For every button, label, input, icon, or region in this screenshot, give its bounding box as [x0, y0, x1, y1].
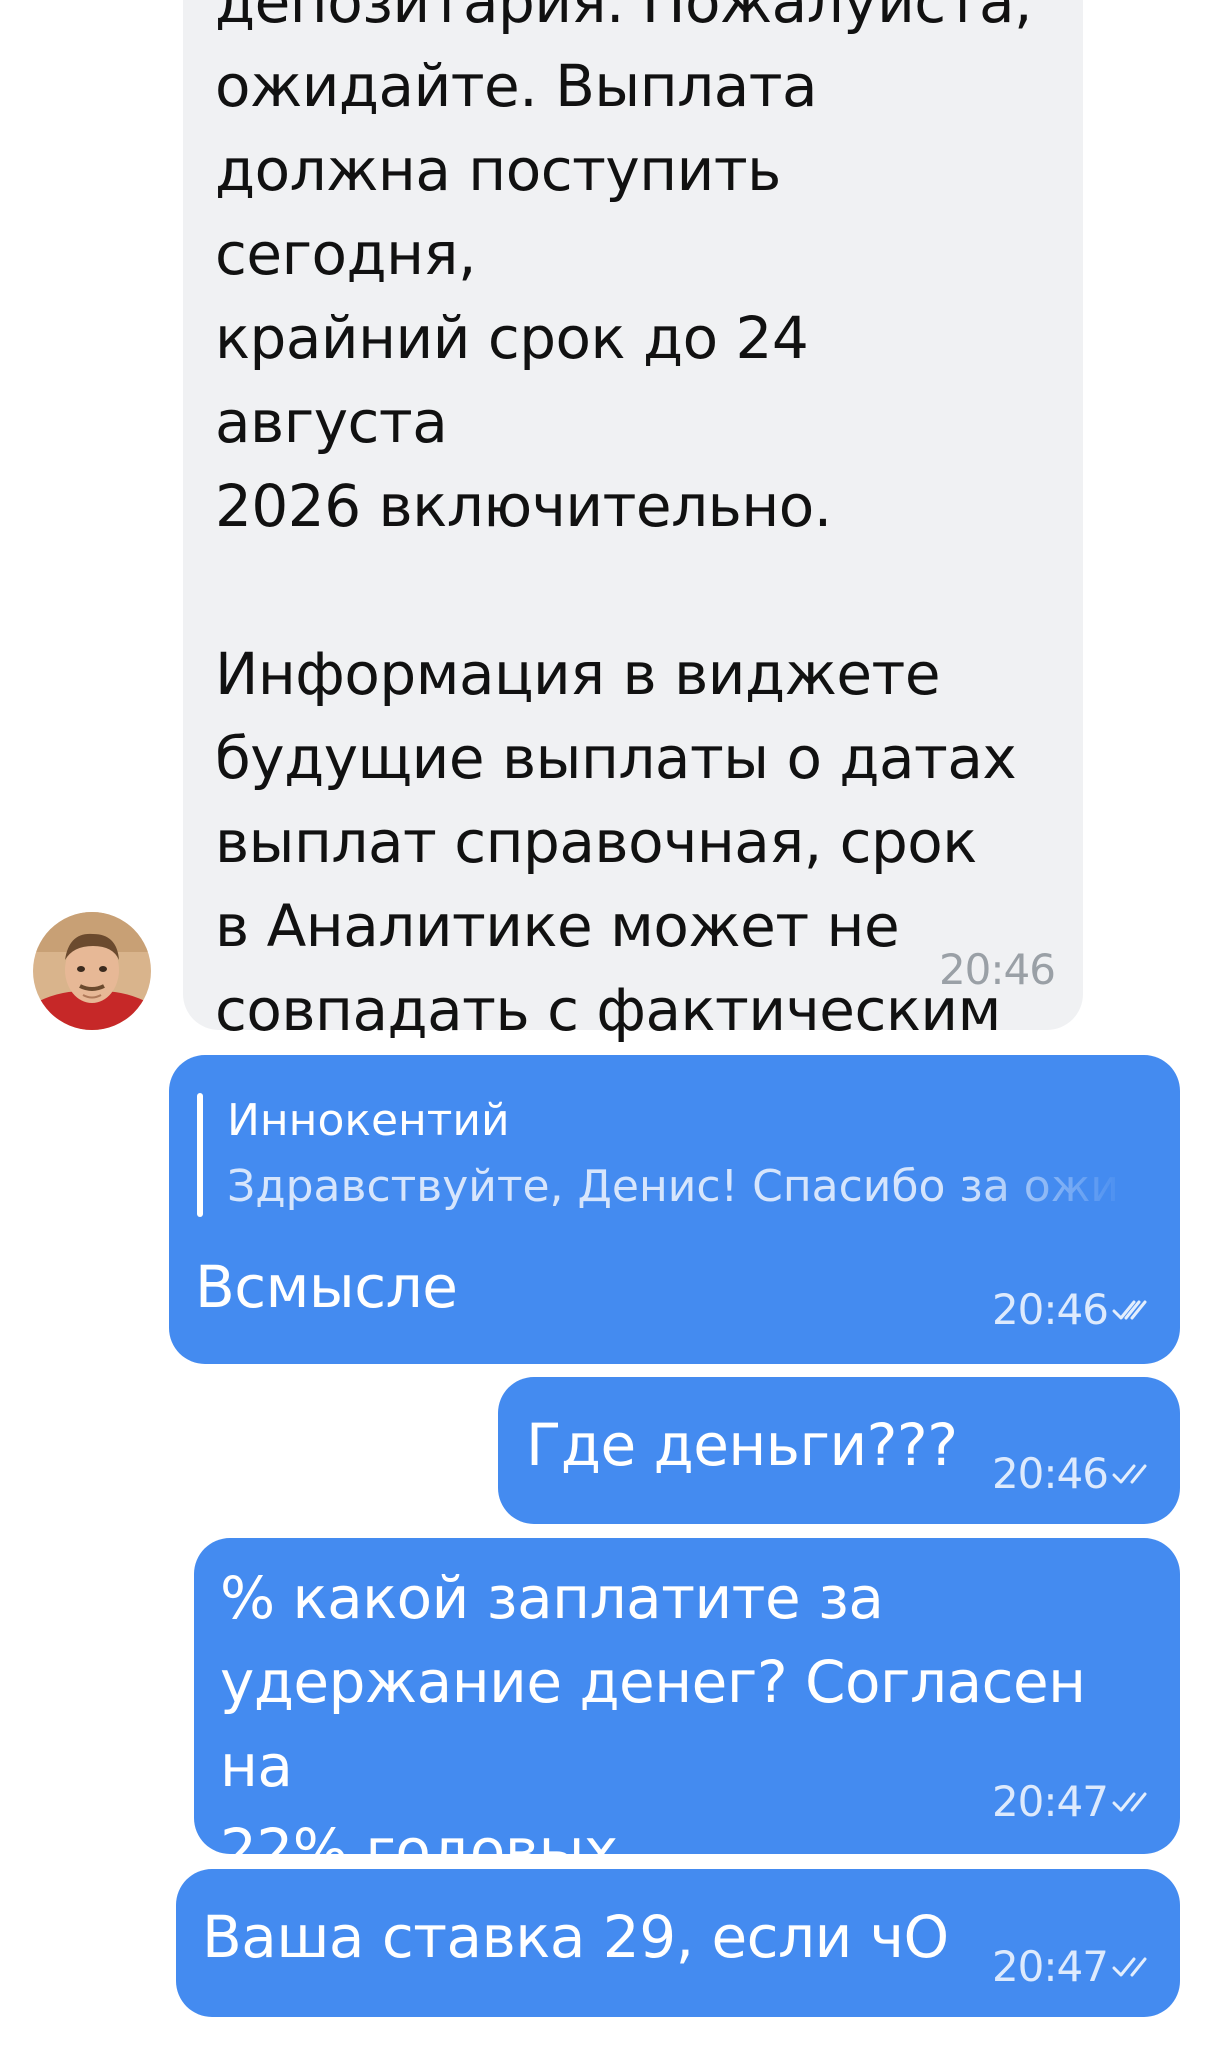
double-check-icon: [1112, 1957, 1147, 1977]
avatar-photo-icon: [33, 912, 151, 1030]
message-text: Ваша ставка 29, если чО: [202, 1903, 949, 1971]
outgoing-message-bubble[interactable]: % какой заплатите за удержание денег? Со…: [194, 1538, 1180, 1884]
message-time: 20:46: [991, 1449, 1109, 1498]
double-check-icon: [1112, 1300, 1147, 1320]
outgoing-message-bubble[interactable]: Где деньги??? 20:46: [498, 1377, 1180, 1524]
message-text: Где деньги???: [526, 1411, 958, 1479]
message-text: депозитария. Пожалуйста, ожидайте. Выпла…: [215, 0, 1032, 1128]
reply-sender-name: Иннокентий: [227, 1095, 510, 1146]
double-check-icon: [1112, 1792, 1147, 1812]
message-time-row: 20:47: [992, 1778, 1148, 1826]
sender-avatar[interactable]: [33, 912, 151, 1030]
message-time: 20:46: [991, 1285, 1109, 1334]
message-time-row: 20:47: [992, 1943, 1148, 1991]
message-text: % какой заплатите за удержание денег? Со…: [220, 1564, 1086, 1884]
double-check-icon: [1112, 1464, 1147, 1484]
message-time: 20:47: [991, 1777, 1109, 1826]
message-text: Всмысле: [195, 1253, 458, 1321]
incoming-message-bubble[interactable]: депозитария. Пожалуйста, ожидайте. Выпла…: [183, 0, 1083, 1128]
message-time-row: 20:46: [992, 1286, 1148, 1334]
reply-snippet: Здравствуйте, Денис! Спасибо за ожи: [227, 1161, 1119, 1212]
outgoing-message-bubble[interactable]: Иннокентий Здравствуйте, Денис! Спасибо …: [169, 1055, 1180, 1364]
outgoing-message-bubble[interactable]: Ваша ставка 29, если чО 20:47: [176, 1869, 1180, 2017]
message-time: 20:46: [938, 945, 1056, 994]
reply-preview[interactable]: Иннокентий Здравствуйте, Денис! Спасибо …: [197, 1087, 1140, 1225]
reply-bar: [197, 1093, 203, 1217]
message-time: 20:47: [991, 1942, 1109, 1991]
message-time-row: 20:46: [992, 1450, 1148, 1498]
